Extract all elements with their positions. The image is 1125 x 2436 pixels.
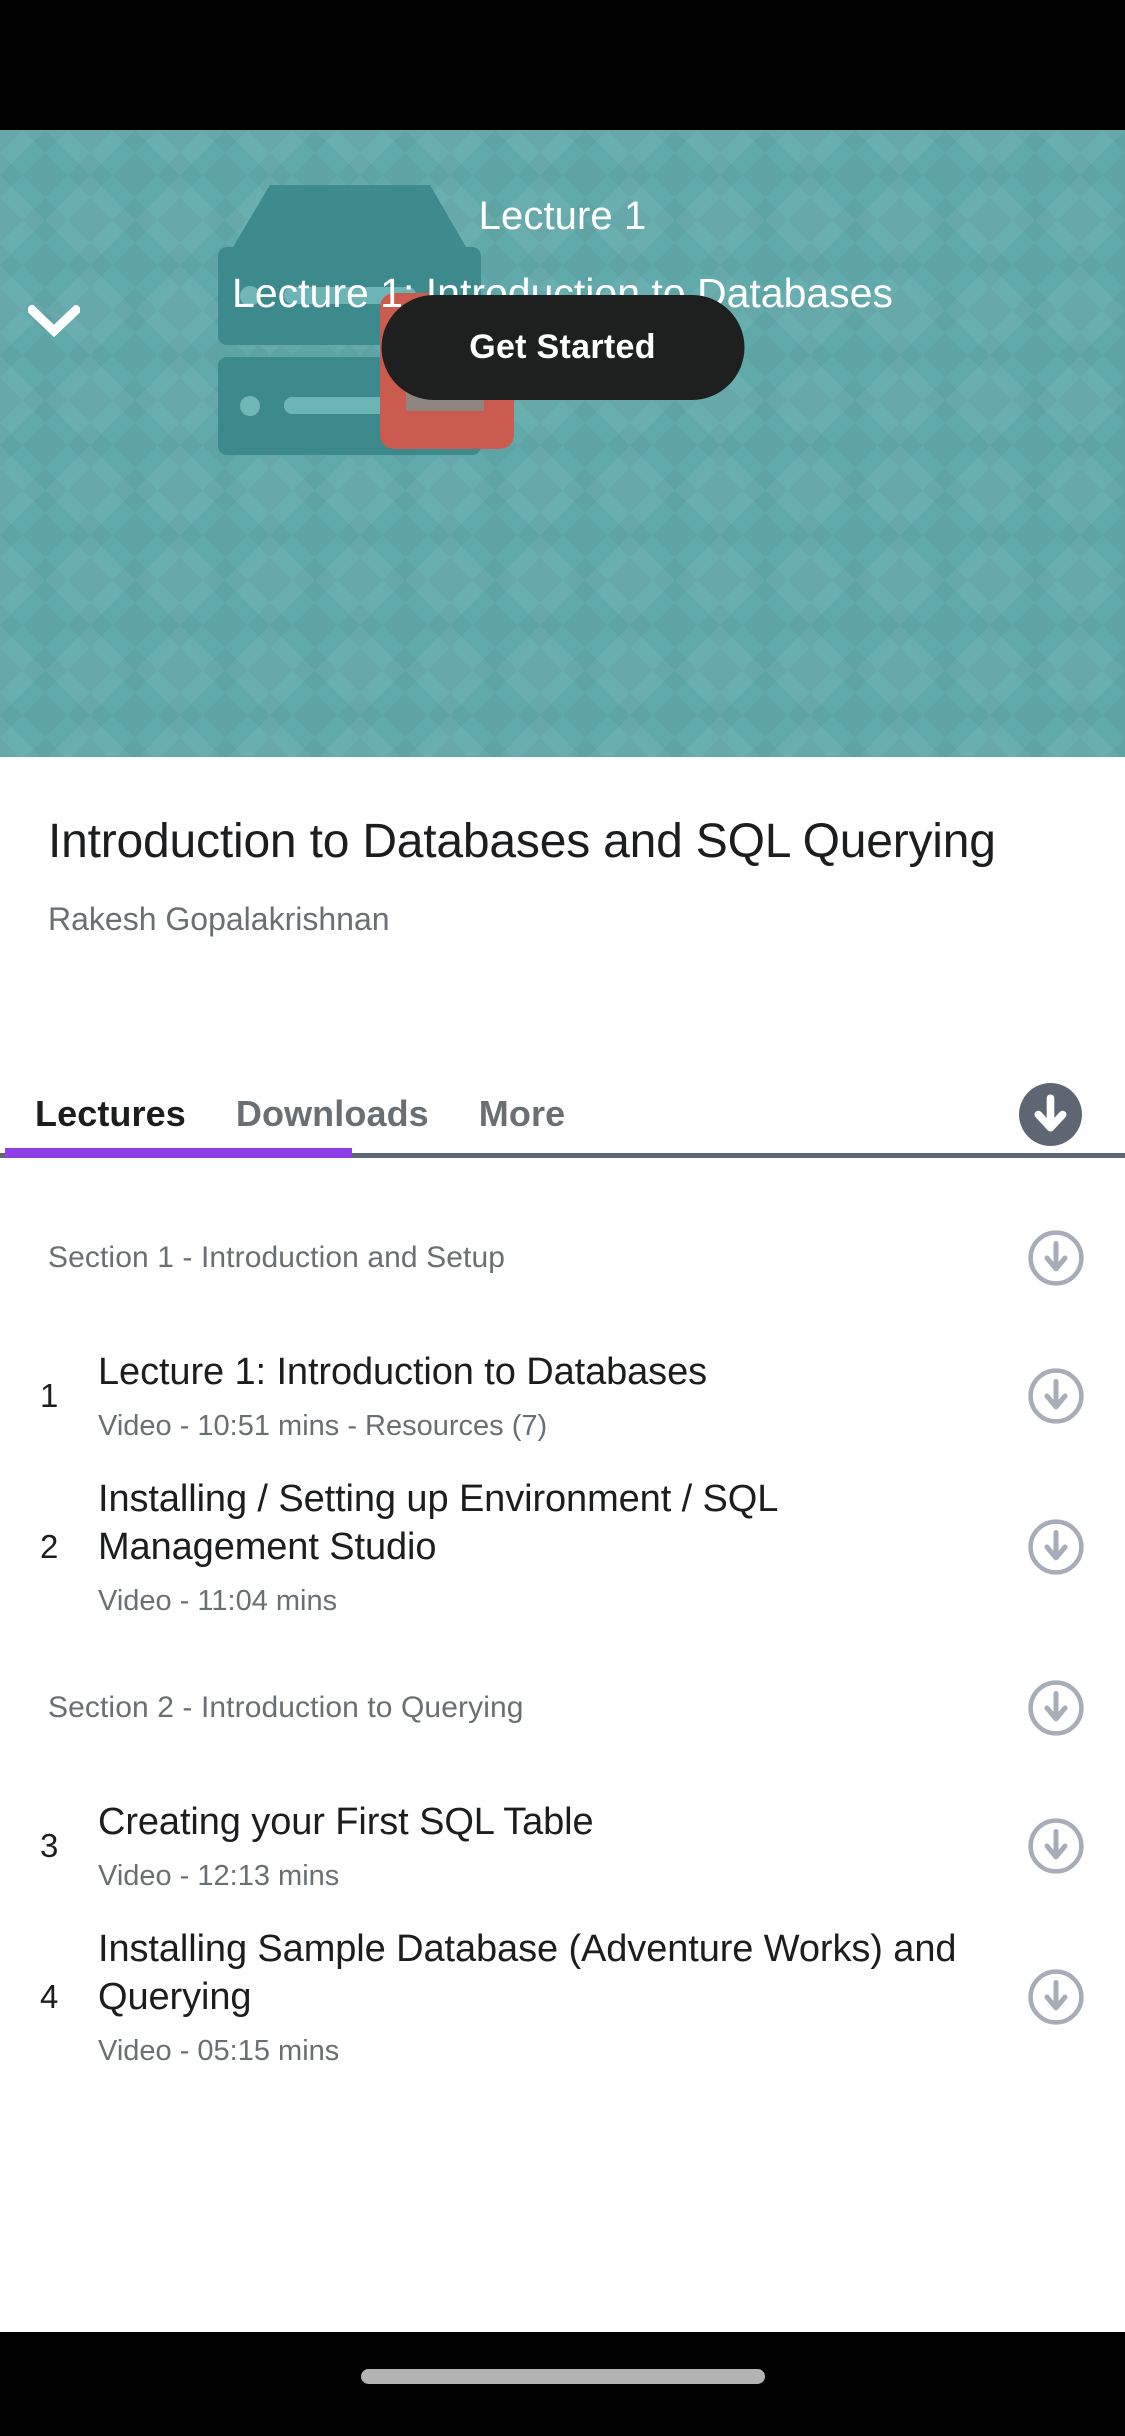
lecture-hero-banner: Lecture 1 Lecture 1: Introduction to Dat… <box>0 130 1125 757</box>
curriculum-list[interactable]: Section 1 - Introduction and Setup 1 Lec… <box>0 1158 1125 2332</box>
download-circle-icon[interactable] <box>1027 1817 1085 1875</box>
lecture-row[interactable]: 1 Lecture 1: Introduction to Databases V… <box>0 1348 1125 1443</box>
lecture-meta: Video - 10:51 mins - Resources (7) <box>98 1410 548 1442</box>
lecture-row[interactable]: 3 Creating your First SQL Table Video - … <box>0 1798 1125 1893</box>
lecture-body: Lecture 1: Introduction to Databases Vid… <box>98 1348 1027 1443</box>
download-circle-icon[interactable] <box>1027 1679 1085 1737</box>
lecture-meta: Video - 05:15 mins <box>98 2035 340 2067</box>
lecture-number: 4 <box>40 1977 59 2015</box>
app-screen: Lecture 1 Lecture 1: Introduction to Dat… <box>0 0 1125 2436</box>
tab-downloads[interactable]: Downloads <box>211 1093 454 1135</box>
course-title: Introduction to Databases and SQL Queryi… <box>48 815 996 868</box>
lecture-meta: Video - 12:13 mins <box>98 1860 340 1892</box>
status-bar <box>0 0 1125 130</box>
chevron-down-icon <box>28 305 80 337</box>
lecture-body: Installing / Setting up Environment / SQ… <box>98 1475 1027 1618</box>
collapse-hero-button[interactable] <box>14 285 94 357</box>
download-circle-icon[interactable] <box>1027 1229 1085 1287</box>
home-indicator[interactable] <box>360 2369 765 2384</box>
section-label: Section 2 - Introduction to Querying <box>48 1691 524 1724</box>
tab-more[interactable]: More <box>454 1093 590 1135</box>
course-header: Introduction to Databases and SQL Queryi… <box>0 757 1125 939</box>
download-circle-icon[interactable] <box>1027 1518 1085 1576</box>
system-navigation-bar <box>0 2332 1125 2436</box>
tab-bar: Lectures Downloads More <box>0 1074 1125 1158</box>
lecture-body: Creating your First SQL Table Video - 12… <box>98 1798 1027 1893</box>
lecture-title: Lecture 1: Introduction to Databases <box>98 1351 708 1393</box>
lecture-number: 1 <box>40 1376 59 1414</box>
section-header-row[interactable]: Section 1 - Introduction and Setup <box>0 1208 1125 1308</box>
tab-lectures[interactable]: Lectures <box>10 1093 211 1135</box>
lecture-body: Installing Sample Database (Adventure Wo… <box>98 1925 1027 2068</box>
active-tab-indicator <box>5 1148 352 1158</box>
course-author: Rakesh Gopalakrishnan <box>48 901 390 937</box>
lecture-row[interactable]: 4 Installing Sample Database (Adventure … <box>0 1925 1125 2068</box>
download-circle-icon[interactable] <box>1027 1367 1085 1425</box>
lecture-number: 2 <box>40 1527 59 1565</box>
lecture-title: Installing Sample Database (Adventure Wo… <box>98 1928 957 2018</box>
download-circle-icon[interactable] <box>1027 1968 1085 2026</box>
lecture-title: Installing / Setting up Environment / SQ… <box>98 1478 777 1568</box>
download-all-icon[interactable] <box>1018 1082 1083 1147</box>
lecture-number: 3 <box>40 1826 59 1864</box>
hero-diamond-pattern <box>0 130 1125 757</box>
tab-list: Lectures Downloads More <box>10 1074 590 1153</box>
lecture-meta: Video - 11:04 mins <box>98 1585 338 1617</box>
section-label: Section 1 - Introduction and Setup <box>48 1241 506 1274</box>
get-started-button[interactable]: Get Started <box>381 295 744 400</box>
lecture-row[interactable]: 2 Installing / Setting up Environment / … <box>0 1475 1125 1618</box>
lecture-title: Creating your First SQL Table <box>98 1801 594 1843</box>
section-header-row[interactable]: Section 2 - Introduction to Querying <box>0 1658 1125 1758</box>
